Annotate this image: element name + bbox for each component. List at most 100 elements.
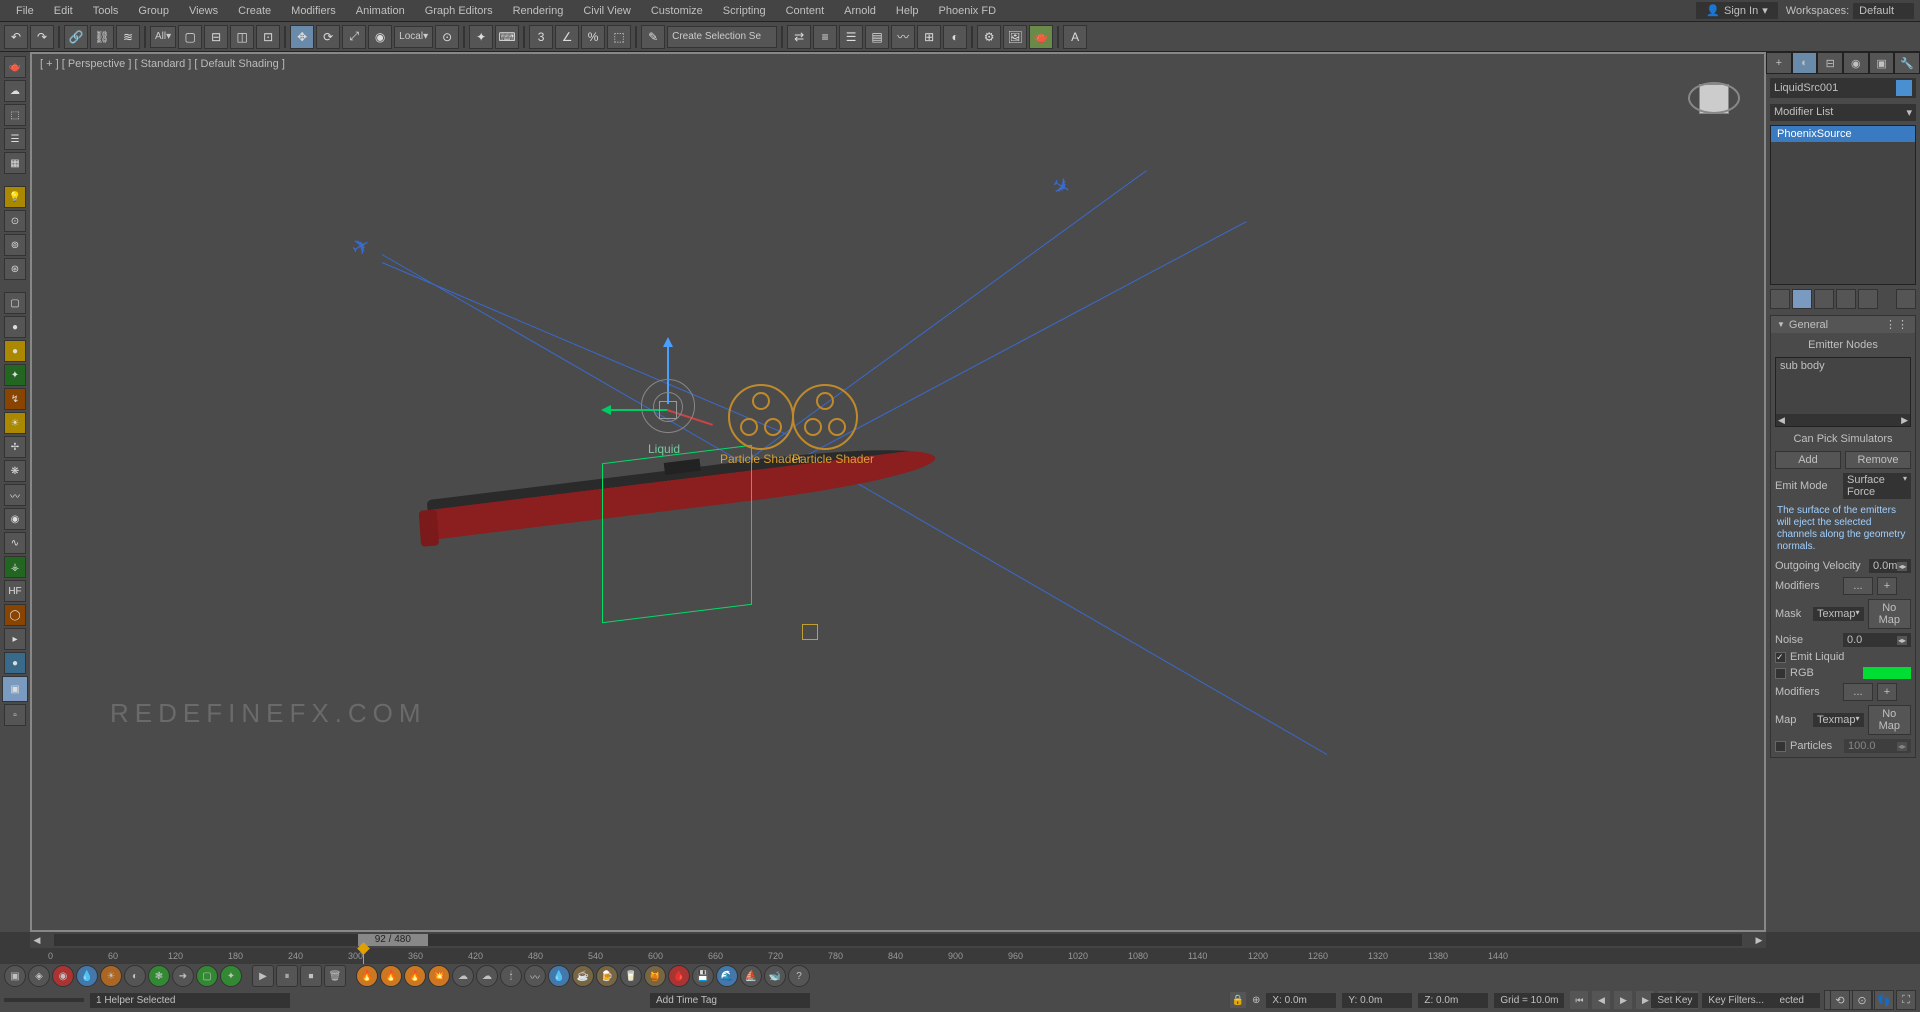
expand-icon[interactable]: ▸ [4, 628, 26, 650]
coord-x-input[interactable]: X: 0.0m [1266, 993, 1336, 1008]
keyboard-shortcut-button[interactable]: ⌨ [495, 25, 519, 49]
menu-graph-editors[interactable]: Graph Editors [415, 3, 503, 19]
scroll-left-icon[interactable]: ◀ [1778, 415, 1785, 426]
sun-icon[interactable]: ☀ [4, 412, 26, 434]
preset-explosion-icon[interactable]: 💥 [428, 965, 450, 987]
menu-group[interactable]: Group [128, 3, 179, 19]
helper3-icon[interactable]: ⊛ [4, 258, 26, 280]
sphere2-icon[interactable]: ● [4, 340, 26, 362]
sign-in-button[interactable]: 👤 Sign In ▾ [1696, 2, 1777, 19]
preset-honey-icon[interactable]: 🍯 [644, 965, 666, 987]
preset-coffee-icon[interactable]: ☕ [572, 965, 594, 987]
noise-input[interactable]: 0.0◂▸ [1843, 633, 1911, 647]
modifier-list-dropdown[interactable]: Modifier List▾ [1770, 104, 1916, 121]
nav-walk-button[interactable]: 👣 [1874, 990, 1894, 1010]
spray2-icon[interactable]: ❋ [4, 460, 26, 482]
menu-modifiers[interactable]: Modifiers [281, 3, 346, 19]
helper2-icon[interactable]: ⊚ [4, 234, 26, 256]
hf-icon[interactable]: HF [4, 580, 26, 602]
spray-icon[interactable]: ✢ [4, 436, 26, 458]
play-anim-button[interactable]: ▶ [1614, 991, 1632, 1009]
modifiers-button[interactable]: ... [1843, 577, 1873, 595]
render-setup-button[interactable]: ⚙ [977, 25, 1001, 49]
ph-leaf-icon[interactable]: ❃ [148, 965, 170, 987]
snap-toggle-button[interactable]: 3 [529, 25, 553, 49]
select-manipulate-button[interactable]: ✦ [469, 25, 493, 49]
preset-smoke-icon[interactable]: ☁ [452, 965, 474, 987]
ref-coord-dropdown[interactable]: Local ▾ [394, 26, 433, 48]
emitter-item[interactable]: sub body [1780, 360, 1825, 372]
grass-icon[interactable]: ⚶ [4, 556, 26, 578]
render-button[interactable]: 🫖 [1029, 25, 1053, 49]
rgb-color-swatch[interactable] [1863, 667, 1911, 679]
helper1-icon[interactable]: ⊙ [4, 210, 26, 232]
preset-ocean-icon[interactable]: 🌊 [716, 965, 738, 987]
scroll-right-icon[interactable]: ▶ [1901, 415, 1908, 426]
open-autodesk-button[interactable]: A [1063, 25, 1087, 49]
sphere3-icon[interactable]: ● [4, 652, 26, 674]
modifiers-add-button[interactable]: + [1877, 577, 1897, 595]
curve-editor-button[interactable]: 〰 [891, 25, 915, 49]
coord-mode-icon[interactable]: ⊕ [1252, 995, 1260, 1006]
menu-content[interactable]: Content [776, 3, 835, 19]
menu-arnold[interactable]: Arnold [834, 3, 886, 19]
force-icon[interactable]: ↯ [4, 388, 26, 410]
ph-fire-icon[interactable]: ◉ [52, 965, 74, 987]
add-button[interactable]: Add [1775, 451, 1841, 469]
sim-stop-button[interactable]: ⏹ [300, 965, 322, 987]
coord-z-input[interactable]: Z: 0.0m [1418, 993, 1488, 1008]
utilities-tab[interactable]: 🔧 [1894, 52, 1920, 74]
ph-sun-icon[interactable]: ☀ [100, 965, 122, 987]
angle-snap-button[interactable]: ∠ [555, 25, 579, 49]
bind-spacewarp-button[interactable]: ≋ [116, 25, 140, 49]
menu-views[interactable]: Views [179, 3, 228, 19]
use-pivot-button[interactable]: ⊙ [435, 25, 459, 49]
key-filters-button[interactable]: Key Filters... [1702, 993, 1780, 1008]
emit-mode-dropdown[interactable]: Surface Force▾ [1843, 473, 1911, 499]
window-crossing-button[interactable]: ⊡ [256, 25, 280, 49]
make-unique-button[interactable] [1814, 289, 1834, 309]
wave-icon[interactable]: ∿ [4, 532, 26, 554]
menu-rendering[interactable]: Rendering [503, 3, 574, 19]
coord-y-input[interactable]: Y: 0.0m [1342, 993, 1412, 1008]
select-move-button[interactable]: ✥ [290, 25, 314, 49]
mirror-button[interactable]: ⇄ [787, 25, 811, 49]
lock-icon[interactable]: 🔒 [1230, 992, 1246, 1008]
map-type-dropdown[interactable]: Texmap▾ [1813, 713, 1864, 727]
preset-ship-icon[interactable]: ⛵ [740, 965, 762, 987]
goto-start-button[interactable]: ⏮ [1570, 991, 1588, 1009]
particles-checkbox[interactable] [1775, 741, 1786, 752]
percent-snap-button[interactable]: % [581, 25, 605, 49]
layers-button[interactable]: ☰ [839, 25, 863, 49]
preset-sub-icon[interactable]: 🐋 [764, 965, 786, 987]
spinner-snap-button[interactable]: ⬚ [607, 25, 631, 49]
help-icon[interactable]: ? [788, 965, 810, 987]
ph-target-icon[interactable]: ▢ [196, 965, 218, 987]
liquid-simulator-box[interactable] [602, 445, 752, 623]
motion-tab[interactable]: ◉ [1843, 52, 1869, 74]
material-editor-button[interactable]: ◐ [943, 25, 967, 49]
toggle-ribbon-button[interactable]: ▤ [865, 25, 889, 49]
outgoing-velocity-input[interactable]: 0.0m◂▸ [1869, 559, 1911, 573]
object-color-swatch[interactable] [1896, 80, 1912, 96]
preset-beer-icon[interactable]: 🍺 [596, 965, 618, 987]
vortex-icon[interactable]: ◉ [4, 508, 26, 530]
picker-icon[interactable]: ⬚ [4, 104, 26, 126]
rgb-modifiers-button[interactable]: ... [1843, 683, 1873, 701]
time-thumb[interactable]: 92 / 480 [358, 934, 428, 946]
cube-active-icon[interactable]: ▣ [2, 676, 28, 702]
modify-tab[interactable]: ◐ [1792, 52, 1818, 74]
viewport-perspective[interactable]: [ + ] [ Perspective ] [ Standard ] [ Def… [30, 52, 1766, 932]
workspaces-dropdown[interactable]: Default [1853, 3, 1914, 19]
create-tab[interactable]: + [1766, 52, 1792, 74]
display-tab[interactable]: ▣ [1869, 52, 1895, 74]
mask-map-button[interactable]: No Map [1868, 599, 1911, 629]
preset-save-icon[interactable]: 💾 [692, 965, 714, 987]
menu-edit[interactable]: Edit [44, 3, 83, 19]
preset-smoke2-icon[interactable]: ☁ [476, 965, 498, 987]
menu-scripting[interactable]: Scripting [713, 3, 776, 19]
select-rotate-button[interactable]: ⟳ [316, 25, 340, 49]
small-box-icon[interactable]: ▫ [4, 704, 26, 726]
cloud-icon[interactable]: ☁ [4, 80, 26, 102]
particle-shader-2[interactable] [792, 384, 858, 450]
